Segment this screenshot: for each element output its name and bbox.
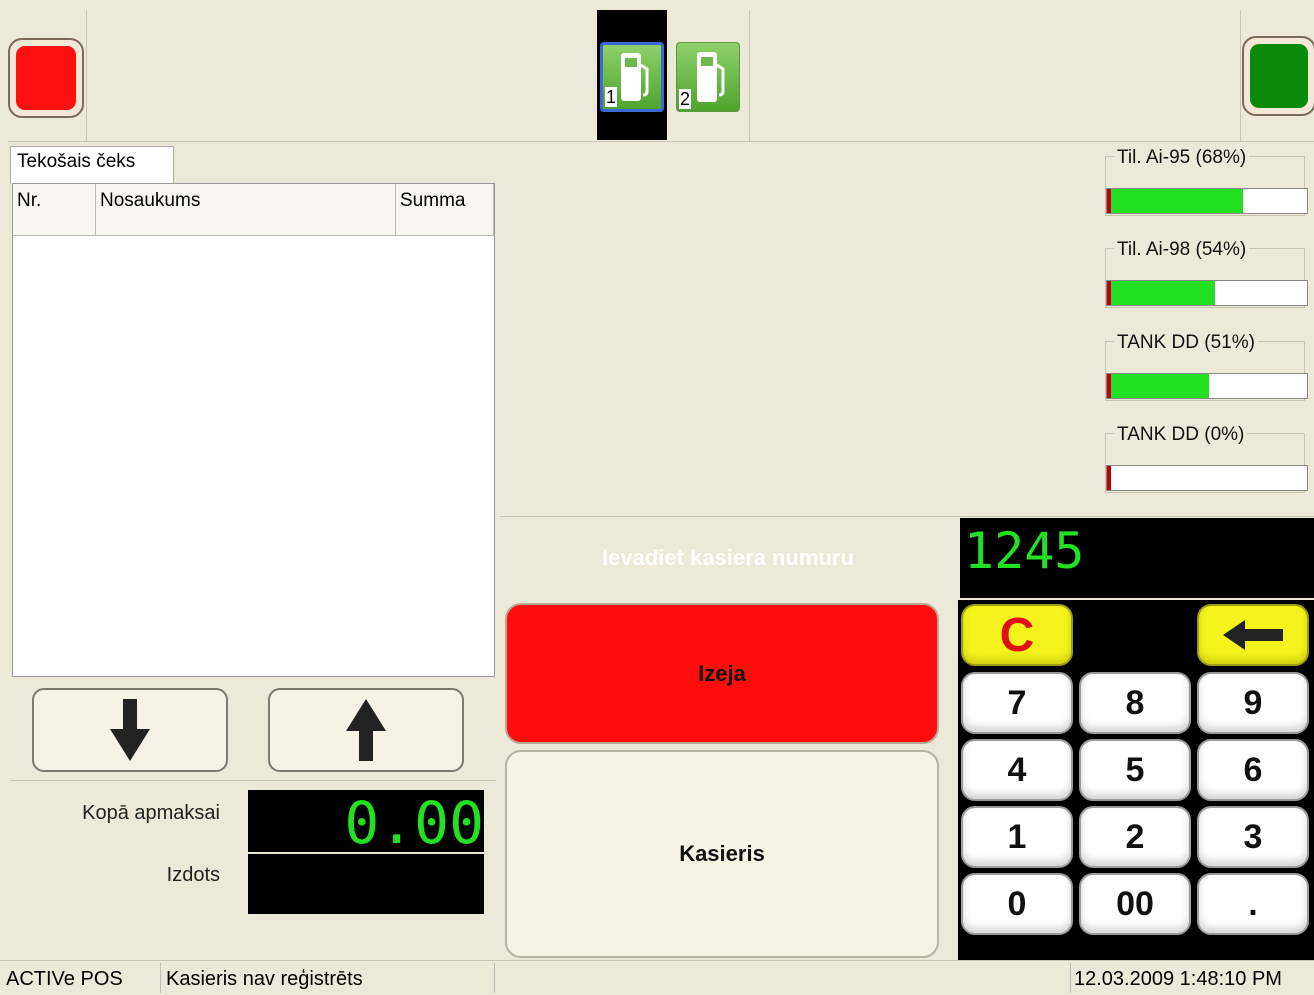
key-5[interactable]: 5	[1079, 739, 1191, 801]
tank-label: TANK DD (0%)	[1114, 424, 1248, 446]
tank-label: Til. Ai-98 (54%)	[1114, 239, 1250, 261]
key-2[interactable]: 2	[1079, 806, 1191, 868]
clear-key-label: C	[999, 608, 1035, 662]
key-9[interactable]: 9	[1197, 672, 1309, 734]
change-display	[248, 854, 484, 914]
status-bar: ACTIVe POS Kasieris nav reģistrēts 12.03…	[0, 960, 1314, 993]
keypad: C 7 8 9 4 5 6 1 2 3 0 00 .	[958, 600, 1314, 960]
clear-key[interactable]: C	[961, 604, 1073, 666]
divider	[10, 780, 496, 781]
tank-level-bar	[1106, 373, 1308, 399]
key-4[interactable]: 4	[961, 739, 1073, 801]
tank-group: TANK DD (51%)	[1105, 332, 1308, 401]
key-6[interactable]: 6	[1197, 739, 1309, 801]
key-8[interactable]: 8	[1079, 672, 1191, 734]
exit-button[interactable]: Izeja	[505, 603, 939, 744]
pump-2-button[interactable]: 2	[676, 42, 740, 112]
stop-button[interactable]	[8, 38, 84, 118]
cashier-button-label: Kasieris	[679, 841, 765, 866]
backspace-key[interactable]	[1197, 604, 1309, 666]
toolbar-divider	[749, 10, 750, 142]
toolbar-divider	[86, 10, 87, 142]
key-00[interactable]: 00	[1079, 873, 1191, 935]
column-header-nr[interactable]: Nr.	[13, 184, 96, 236]
column-header-sum[interactable]: Summa	[396, 184, 494, 236]
tab-label: Tekošais čeks	[17, 151, 136, 172]
exit-button-label: Izeja	[698, 660, 746, 686]
tank-group: TANK DD (0%)	[1105, 424, 1308, 493]
pump-number: 1	[605, 87, 618, 107]
arrow-up-icon	[346, 699, 386, 761]
top-toolbar: 1 2	[8, 10, 1314, 142]
arrow-down-icon	[110, 699, 150, 761]
tank-group: Til. Ai-98 (54%)	[1105, 239, 1308, 308]
status-empty-panel	[494, 963, 1071, 993]
backspace-arrow-icon	[1223, 620, 1283, 650]
pump-number: 2	[679, 89, 692, 109]
change-label: Izdots	[166, 864, 220, 886]
prompt-text: Ievadiet kasiera numuru	[602, 545, 854, 570]
status-datetime: 12.03.2009 1:48:10 PM	[1074, 968, 1282, 990]
key-0[interactable]: 0	[961, 873, 1073, 935]
divider	[500, 516, 1314, 517]
total-label: Kopā apmaksai	[82, 802, 220, 824]
key-decimal[interactable]: .	[1197, 873, 1309, 935]
scroll-up-button[interactable]	[268, 688, 464, 772]
tab-current-receipt[interactable]: Tekošais čeks	[10, 146, 174, 184]
scroll-down-button[interactable]	[32, 688, 228, 772]
pump-1-button[interactable]: 1	[600, 42, 664, 112]
tank-group: Til. Ai-95 (68%)	[1105, 147, 1308, 216]
total-display: 0.00	[248, 790, 484, 852]
tank-level-bar	[1106, 465, 1308, 491]
toolbar-divider	[1240, 10, 1241, 142]
cashier-button[interactable]: Kasieris	[505, 750, 939, 958]
receipt-grid[interactable]: Nr. Nosaukums Summa	[12, 183, 495, 677]
status-app-name: ACTIVe POS	[0, 963, 161, 993]
key-3[interactable]: 3	[1197, 806, 1309, 868]
key-7[interactable]: 7	[961, 672, 1073, 734]
column-header-name[interactable]: Nosaukums	[96, 184, 396, 236]
go-button[interactable]	[1242, 36, 1314, 116]
tank-level-bar	[1106, 188, 1308, 214]
keypad-display: 1245	[960, 518, 1314, 598]
status-cashier: Kasieris nav reģistrēts	[160, 963, 495, 993]
tank-label: Til. Ai-95 (68%)	[1114, 147, 1250, 169]
tank-label: TANK DD (51%)	[1114, 332, 1258, 354]
key-1[interactable]: 1	[961, 806, 1073, 868]
tank-level-bar	[1106, 280, 1308, 306]
